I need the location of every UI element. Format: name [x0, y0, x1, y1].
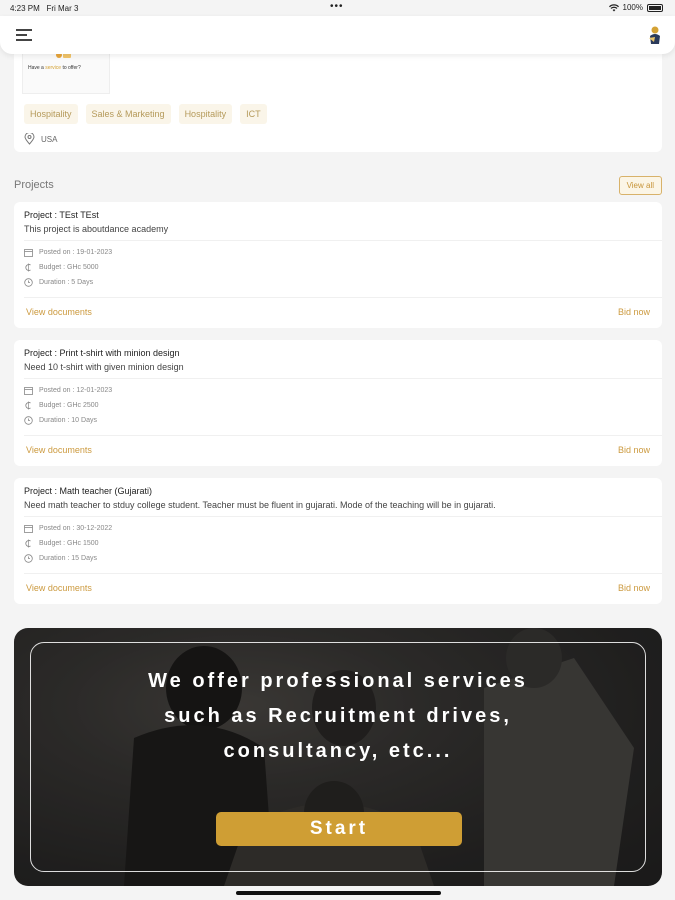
start-button[interactable]: Start — [216, 812, 462, 846]
project-card: Project : Math teacher (Gujarati) Need m… — [14, 478, 662, 604]
cedi-icon — [25, 539, 31, 548]
posted-on: Posted on : 19-01-2023 — [39, 249, 113, 256]
banner-line-2: such as Recruitment drives, — [164, 705, 512, 727]
thumbnail-title: Have a service to offer? — [28, 65, 81, 71]
budget-row: Budget : GHc 5000 — [24, 263, 99, 272]
skill-tag: Hospitality — [24, 104, 78, 124]
divider — [24, 378, 662, 379]
project-description: Need math teacher to stduy college stude… — [24, 500, 496, 510]
budget-row: Budget : GHc 2500 — [24, 401, 99, 410]
skill-tag: Hospitality — [178, 104, 233, 124]
budget: Budget : GHc 5000 — [39, 264, 99, 271]
skill-tag: ICT — [240, 104, 267, 124]
budget-row: Budget : GHc 1500 — [24, 539, 99, 548]
skill-tag: Sales & Marketing — [85, 104, 171, 124]
projects-section-header: Projects View all — [14, 176, 662, 196]
cedi-icon — [25, 263, 31, 272]
calendar-icon — [24, 249, 33, 257]
divider — [24, 435, 662, 436]
battery-percent: 100% — [622, 3, 643, 12]
duration: Duration : 5 Days — [39, 279, 94, 286]
project-card: Project : TEst TEst This project is abou… — [14, 202, 662, 328]
bid-now-link[interactable]: Bid now — [618, 583, 650, 593]
bid-now-link[interactable]: Bid now — [618, 445, 650, 455]
thumb-title-suffix: to offer? — [61, 65, 81, 71]
status-bar: 4:23 PM Fri Mar 3 ••• 100% — [0, 0, 675, 16]
project-title: Project : Print t-shirt with minion desi… — [24, 348, 180, 358]
calendar-icon — [24, 525, 33, 533]
status-time-text: 4:23 PM — [10, 4, 40, 13]
budget: Budget : GHc 1500 — [39, 540, 99, 547]
user-avatar-icon[interactable] — [647, 24, 661, 46]
clock-icon — [24, 278, 33, 287]
posted-row: Posted on : 30-12-2022 — [24, 524, 112, 533]
view-all-button[interactable]: View all — [618, 176, 662, 195]
divider — [24, 573, 662, 574]
home-indicator[interactable] — [236, 891, 441, 895]
posted-row: Posted on : 19-01-2023 — [24, 248, 112, 257]
multitask-dots-icon[interactable]: ••• — [330, 1, 344, 12]
project-card: Project : Print t-shirt with minion desi… — [14, 340, 662, 466]
wifi-icon — [608, 3, 619, 11]
battery-icon — [647, 3, 663, 12]
clock-icon — [24, 416, 33, 425]
duration: Duration : 15 Days — [39, 555, 97, 562]
projects-title: Projects — [14, 179, 54, 191]
location-pin-icon — [24, 133, 35, 145]
project-title: Project : Math teacher (Gujarati) — [24, 486, 153, 496]
duration-row: Duration : 5 Days — [24, 278, 93, 287]
divider — [24, 516, 662, 517]
location-row: USA — [24, 133, 57, 145]
banner-line-1: We offer professional services — [148, 670, 528, 692]
duration: Duration : 10 Days — [39, 417, 97, 424]
banner-line-3: consultancy, etc... — [223, 740, 453, 762]
app-header — [0, 16, 675, 54]
divider — [24, 297, 662, 298]
status-time: 4:23 PM Fri Mar 3 — [10, 4, 78, 13]
clock-icon — [24, 554, 33, 563]
project-description: This project is aboutdance academy — [24, 224, 169, 234]
duration-row: Duration : 15 Days — [24, 554, 97, 563]
posted-on: Posted on : 30-12-2022 — [39, 525, 113, 532]
project-description: Need 10 t-shirt with given minion design — [24, 362, 184, 372]
cedi-icon — [25, 401, 31, 410]
posted-row: Posted on : 12-01-2023 — [24, 386, 112, 395]
services-banner: We offer professional services such as R… — [14, 628, 662, 886]
posted-on: Posted on : 12-01-2023 — [39, 387, 113, 394]
project-title: Project : TEst TEst — [24, 210, 99, 220]
thumb-title-accent: service — [45, 65, 62, 71]
view-documents-link[interactable]: View documents — [26, 307, 92, 317]
divider — [24, 240, 662, 241]
view-documents-link[interactable]: View documents — [26, 583, 92, 593]
profile-card: Have a service to offer? Hospitality Sal… — [14, 40, 662, 152]
bid-now-link[interactable]: Bid now — [618, 307, 650, 317]
view-documents-link[interactable]: View documents — [26, 445, 92, 455]
location-text: USA — [41, 134, 58, 144]
hamburger-icon[interactable] — [16, 29, 32, 41]
thumb-title-prefix: Have a — [28, 65, 46, 71]
duration-row: Duration : 10 Days — [24, 416, 97, 425]
budget: Budget : GHc 2500 — [39, 402, 99, 409]
status-right: 100% — [608, 3, 663, 12]
calendar-icon — [24, 387, 33, 395]
status-date: Fri Mar 3 — [46, 4, 79, 13]
profile-thumbnail — [22, 50, 110, 94]
skill-tags: Hospitality Sales & Marketing Hospitalit… — [24, 104, 267, 124]
